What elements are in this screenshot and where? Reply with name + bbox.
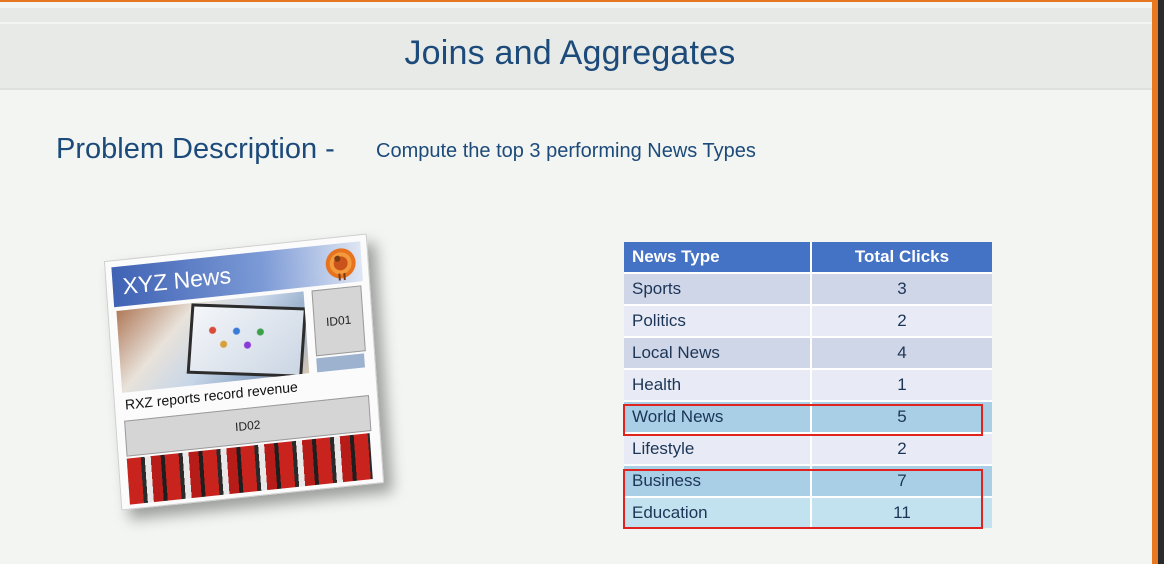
tablet-image (186, 303, 307, 378)
header-news-type: News Type (624, 242, 812, 273)
cell-total-clicks: 2 (811, 432, 992, 465)
top-accent-line (0, 0, 1152, 2)
table-row: Sports 3 (624, 272, 992, 305)
turkey-logo-icon (325, 248, 356, 281)
cell-news-type: Sports (624, 272, 812, 305)
table-row: Lifestyle 2 (624, 432, 992, 465)
table-row: Politics 2 (624, 304, 992, 337)
cell-total-clicks: 4 (811, 336, 992, 369)
table-row: Health 1 (624, 368, 992, 401)
cell-news-type: Local News (624, 336, 812, 369)
cell-news-type: Health (624, 368, 812, 401)
highlight-box-world-news (623, 404, 983, 436)
slide-title: Joins and Aggregates (404, 34, 736, 72)
cell-news-type: Politics (624, 304, 812, 337)
problem-text: Compute the top 3 performing News Types (376, 140, 756, 162)
cell-total-clicks: 2 (811, 304, 992, 337)
news-card-thumbnail (316, 353, 365, 373)
cell-total-clicks: 1 (811, 368, 992, 401)
problem-heading: Problem Description - (56, 133, 335, 165)
top-band (0, 8, 1152, 22)
news-card-title: XYZ News (121, 261, 232, 300)
highlight-box-business-education (623, 469, 983, 529)
slide: Joins and Aggregates Problem Description… (0, 0, 1152, 564)
right-window-edge (1158, 0, 1164, 564)
news-card-photo (116, 291, 310, 393)
cell-news-type: Lifestyle (624, 432, 812, 465)
table-row: Local News 4 (624, 336, 992, 369)
cell-total-clicks: 3 (811, 272, 992, 305)
table-header-row: News Type Total Clicks (624, 242, 992, 273)
news-card-illustration: XYZ News ID01 RXZ reports record revenue… (103, 233, 385, 511)
header-total-clicks: Total Clicks (811, 242, 992, 273)
news-card-id-1: ID01 (311, 285, 366, 357)
